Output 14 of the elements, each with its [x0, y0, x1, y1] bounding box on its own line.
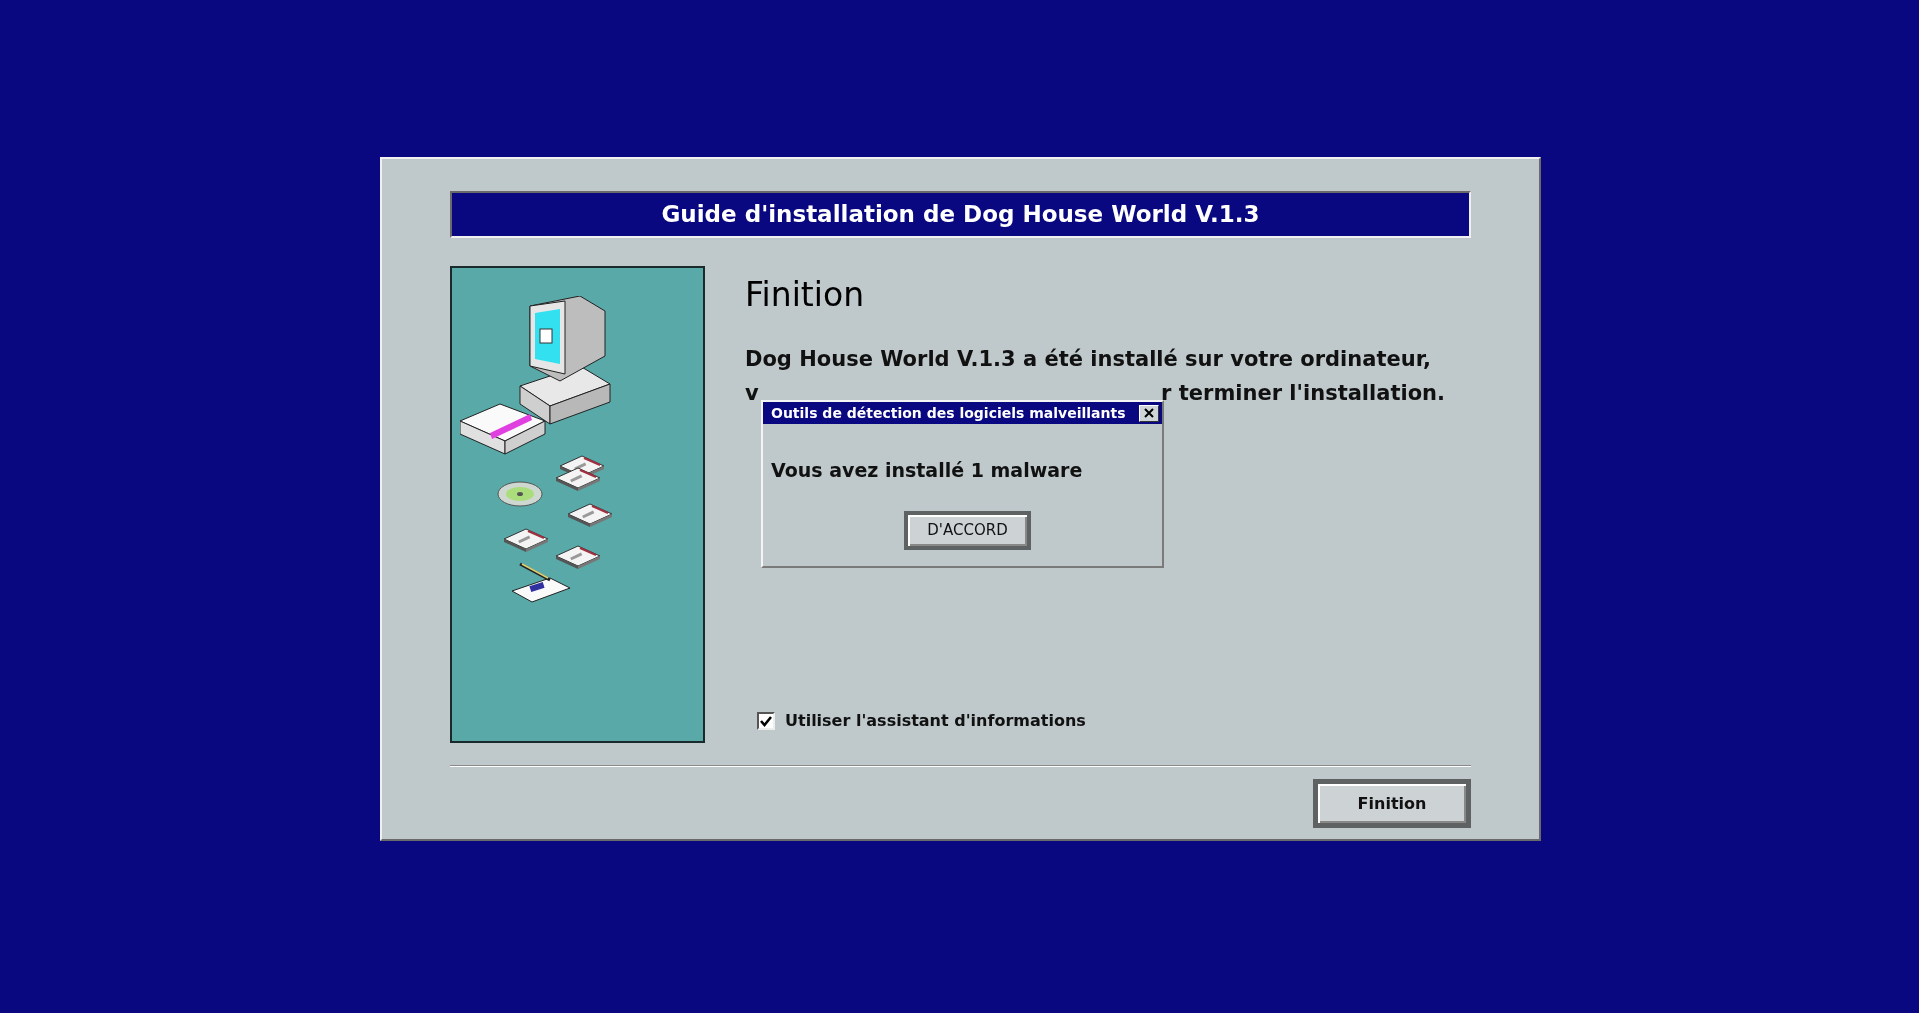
- ok-button[interactable]: D'ACCORD: [904, 510, 1031, 550]
- message-text: v: [745, 380, 759, 407]
- close-button[interactable]: [1139, 404, 1159, 422]
- close-icon: [1144, 408, 1154, 418]
- window-title: Guide d'installation de Dog House World V.1.3: [450, 191, 1471, 238]
- finish-button[interactable]: Finition: [1313, 779, 1471, 828]
- dialog-message: Vous avez installé 1 malware: [771, 458, 1083, 483]
- checkmark-icon: [760, 715, 772, 727]
- page-heading: Finition: [745, 274, 866, 316]
- message-text: r terminer l'installation.: [1161, 380, 1445, 407]
- checkbox-label: Utiliser l'assistant d'informations: [785, 710, 1086, 732]
- checkbox[interactable]: [757, 712, 775, 730]
- message-text: Dog House World V.1.3 a été installé sur votre ordinateur,: [745, 346, 1432, 373]
- dialog-title: Outils de détection des logiciels malveillants: [771, 403, 1126, 423]
